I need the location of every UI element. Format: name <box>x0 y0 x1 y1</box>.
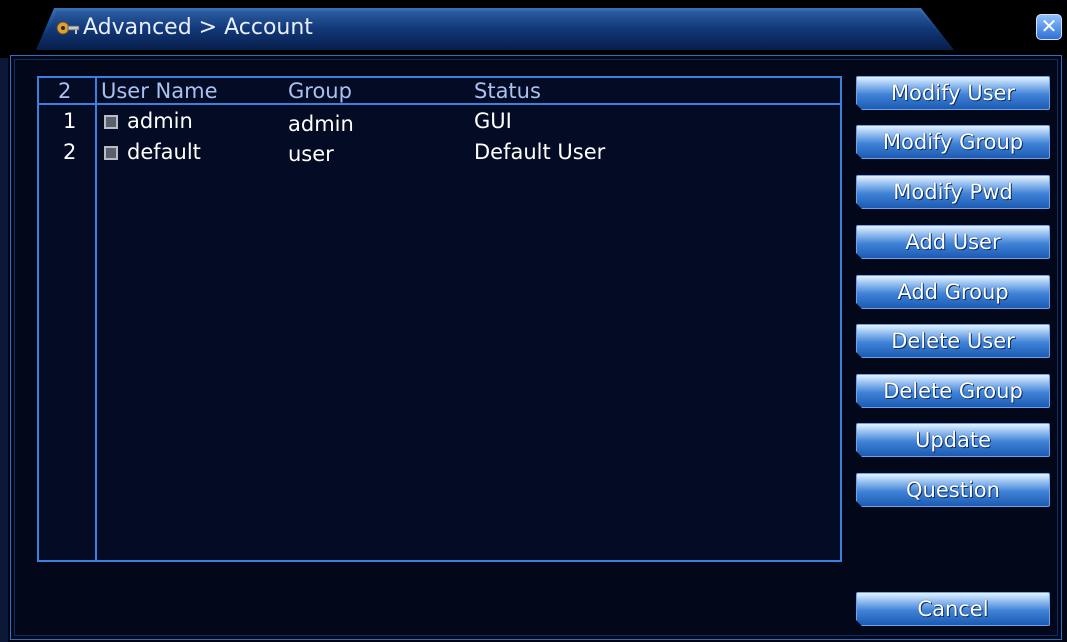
add-group-button[interactable]: Add Group <box>856 275 1050 309</box>
row-1-user[interactable]: admin <box>127 109 193 133</box>
header-group[interactable]: Group <box>288 79 352 103</box>
question-button[interactable]: Question <box>856 473 1050 507</box>
modify-user-button[interactable]: Modify User <box>856 76 1050 110</box>
close-icon[interactable]: ✕ <box>1036 14 1062 40</box>
add-user-button[interactable]: Add User <box>856 225 1050 259</box>
header-user-name[interactable]: User Name <box>101 79 218 103</box>
header-status[interactable]: Status <box>474 79 541 103</box>
row-2-user[interactable]: default <box>127 140 201 164</box>
window-title: Advanced > Account <box>83 15 313 40</box>
update-button[interactable]: Update <box>856 423 1050 457</box>
delete-group-label: Delete Group <box>883 379 1023 403</box>
delete-user-button[interactable]: Delete User <box>856 324 1050 358</box>
modify-pwd-button[interactable]: Modify Pwd <box>856 175 1050 209</box>
row-1-group[interactable]: admin <box>288 112 354 136</box>
add-user-label: Add User <box>905 230 1001 254</box>
row-2-status[interactable]: Default User <box>474 140 605 164</box>
row-1-status[interactable]: GUI <box>474 109 512 133</box>
delete-user-label: Delete User <box>891 329 1015 353</box>
modify-group-label: Modify Group <box>882 130 1024 154</box>
account-window: Advanced > Account ✕ 2 User Name Group S… <box>0 0 1067 642</box>
keys-icon <box>56 21 80 35</box>
add-group-label: Add Group <box>897 280 1009 304</box>
update-label: Update <box>914 428 992 452</box>
list-header-divider <box>37 103 842 105</box>
list-count: 2 <box>58 79 72 103</box>
delete-group-button[interactable]: Delete Group <box>856 374 1050 408</box>
row-2-checkbox[interactable] <box>104 146 118 160</box>
modify-group-button[interactable]: Modify Group <box>856 125 1050 159</box>
row-2-group[interactable]: user <box>288 142 334 166</box>
cancel-button[interactable]: Cancel <box>856 592 1050 626</box>
left-edge <box>0 58 8 642</box>
row-1-checkbox[interactable] <box>104 115 118 129</box>
cancel-label: Cancel <box>917 597 989 621</box>
title-bar: Advanced > Account ✕ <box>0 0 1067 58</box>
list-column-divider <box>95 76 97 562</box>
row-1-index: 1 <box>63 109 77 133</box>
row-2-index: 2 <box>63 140 77 164</box>
modify-pwd-label: Modify Pwd <box>893 180 1013 204</box>
question-label: Question <box>906 478 1000 502</box>
modify-user-label: Modify User <box>890 81 1016 105</box>
